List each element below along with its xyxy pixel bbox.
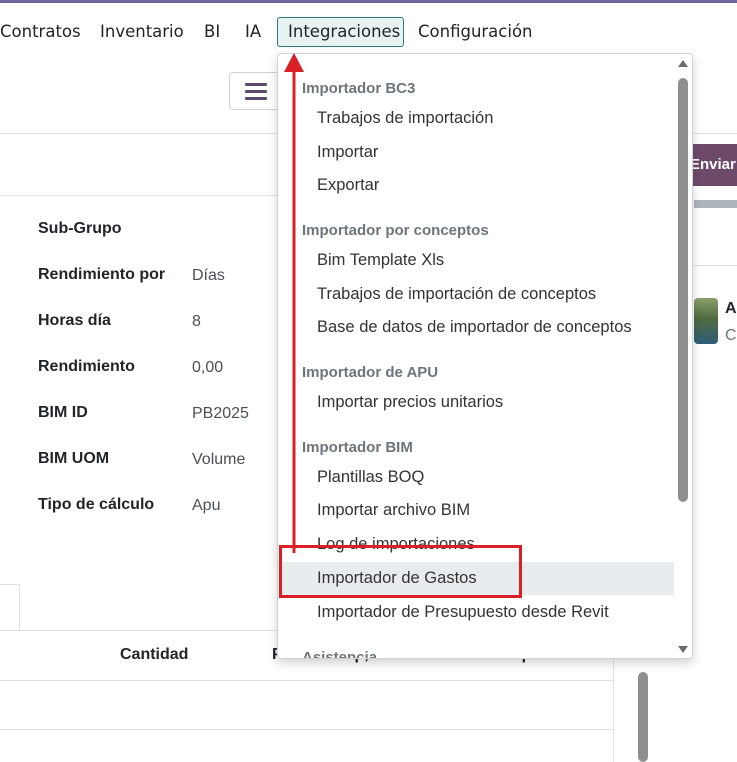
hamburger-icon-line: [245, 97, 267, 100]
dropdown-scrollbar[interactable]: [675, 54, 692, 658]
field-label-sub-grupo: Sub-Grupo: [38, 220, 122, 237]
dropdown-item-importar[interactable]: Importar: [278, 136, 674, 169]
main-navbar: Contratos Inventario BI IA Integraciones…: [0, 3, 737, 57]
dropdown-item-importador-presupuesto-revit[interactable]: Importador de Presupuesto desde Revit: [278, 596, 674, 629]
nav-item-inventario[interactable]: Inventario: [90, 17, 194, 47]
annotation-highlight-box: [279, 545, 522, 598]
dropdown-item-bim-template-xls[interactable]: Bim Template Xls: [278, 244, 674, 277]
send-message-button[interactable]: Enviar: [686, 144, 737, 186]
form-top-divider: [0, 195, 280, 196]
field-label-horas-dia: Horas día: [38, 312, 111, 329]
dropdown-item-trabajos-importacion[interactable]: Trabajos de importación: [278, 102, 674, 135]
nav-item-bi[interactable]: BI: [194, 17, 230, 47]
chatter-author-initial: A: [725, 300, 737, 317]
field-label-bim-id: BIM ID: [38, 404, 88, 421]
dropdown-section-header-asistencia: Asistencia: [302, 649, 378, 659]
dropdown-item-exportar[interactable]: Exportar: [278, 169, 674, 202]
nav-item-contratos[interactable]: Contratos: [0, 17, 91, 47]
table-header-bottom-line: [0, 680, 614, 681]
menu-toggle-button[interactable]: [229, 72, 279, 110]
hamburger-icon-line: [245, 90, 267, 93]
hamburger-icon: [245, 83, 267, 86]
dropdown-section-header-bim: Importador BIM: [302, 439, 413, 456]
dropdown-item-plantillas-boq[interactable]: Plantillas BOQ: [278, 461, 674, 494]
dropdown-item-importar-precios-unitarios[interactable]: Importar precios unitarios: [278, 386, 674, 419]
field-label-rendimiento-por: Rendimiento por: [38, 266, 166, 283]
nav-item-configuracion[interactable]: Configuración: [408, 17, 543, 47]
dropdown-item-base-datos-conceptos[interactable]: Base de datos de importador de conceptos: [278, 311, 674, 344]
field-value-tipo-calculo[interactable]: Apu: [192, 497, 220, 515]
tab-top-line: [0, 584, 20, 585]
dropdown-item-importar-archivo-bim[interactable]: Importar archivo BIM: [278, 494, 674, 527]
field-value-bim-id[interactable]: PB2025: [192, 405, 249, 423]
field-value-rendimiento-por[interactable]: Días: [192, 267, 225, 285]
table-row-line: [0, 729, 614, 730]
nav-item-integraciones[interactable]: Integraciones: [277, 17, 404, 47]
dropdown-section-header-conceptos: Importador por conceptos: [302, 222, 489, 239]
page-scrollbar-thumb[interactable]: [638, 672, 648, 762]
scroll-down-arrow-icon[interactable]: [678, 646, 688, 653]
dropdown-scrollbar-thumb[interactable]: [678, 78, 688, 502]
avatar[interactable]: [694, 298, 718, 344]
chatter-divider: [693, 265, 737, 266]
dropdown-section-header-apu: Importador de APU: [302, 364, 439, 381]
column-header-cantidad[interactable]: Cantidad: [120, 646, 188, 664]
tab-divider: [19, 584, 20, 630]
chatter-message-initial: C: [725, 327, 737, 344]
field-label-bim-uom: BIM UOM: [38, 450, 110, 467]
field-value-bim-uom[interactable]: Volume: [192, 451, 245, 469]
field-label-tipo-calculo: Tipo de cálculo: [38, 496, 155, 513]
field-value-rendimiento[interactable]: 0,00: [192, 359, 223, 377]
scroll-up-arrow-icon[interactable]: [678, 60, 688, 67]
field-value-horas-dia[interactable]: 8: [192, 313, 201, 331]
dropdown-section-header-bc3: Importador BC3: [302, 80, 416, 97]
chatter-tab-bar: [694, 200, 737, 208]
field-label-rendimiento: Rendimiento: [38, 358, 135, 375]
dropdown-item-trabajos-importacion-conceptos[interactable]: Trabajos de importación de conceptos: [278, 278, 674, 311]
nav-item-ia[interactable]: IA: [235, 17, 271, 47]
